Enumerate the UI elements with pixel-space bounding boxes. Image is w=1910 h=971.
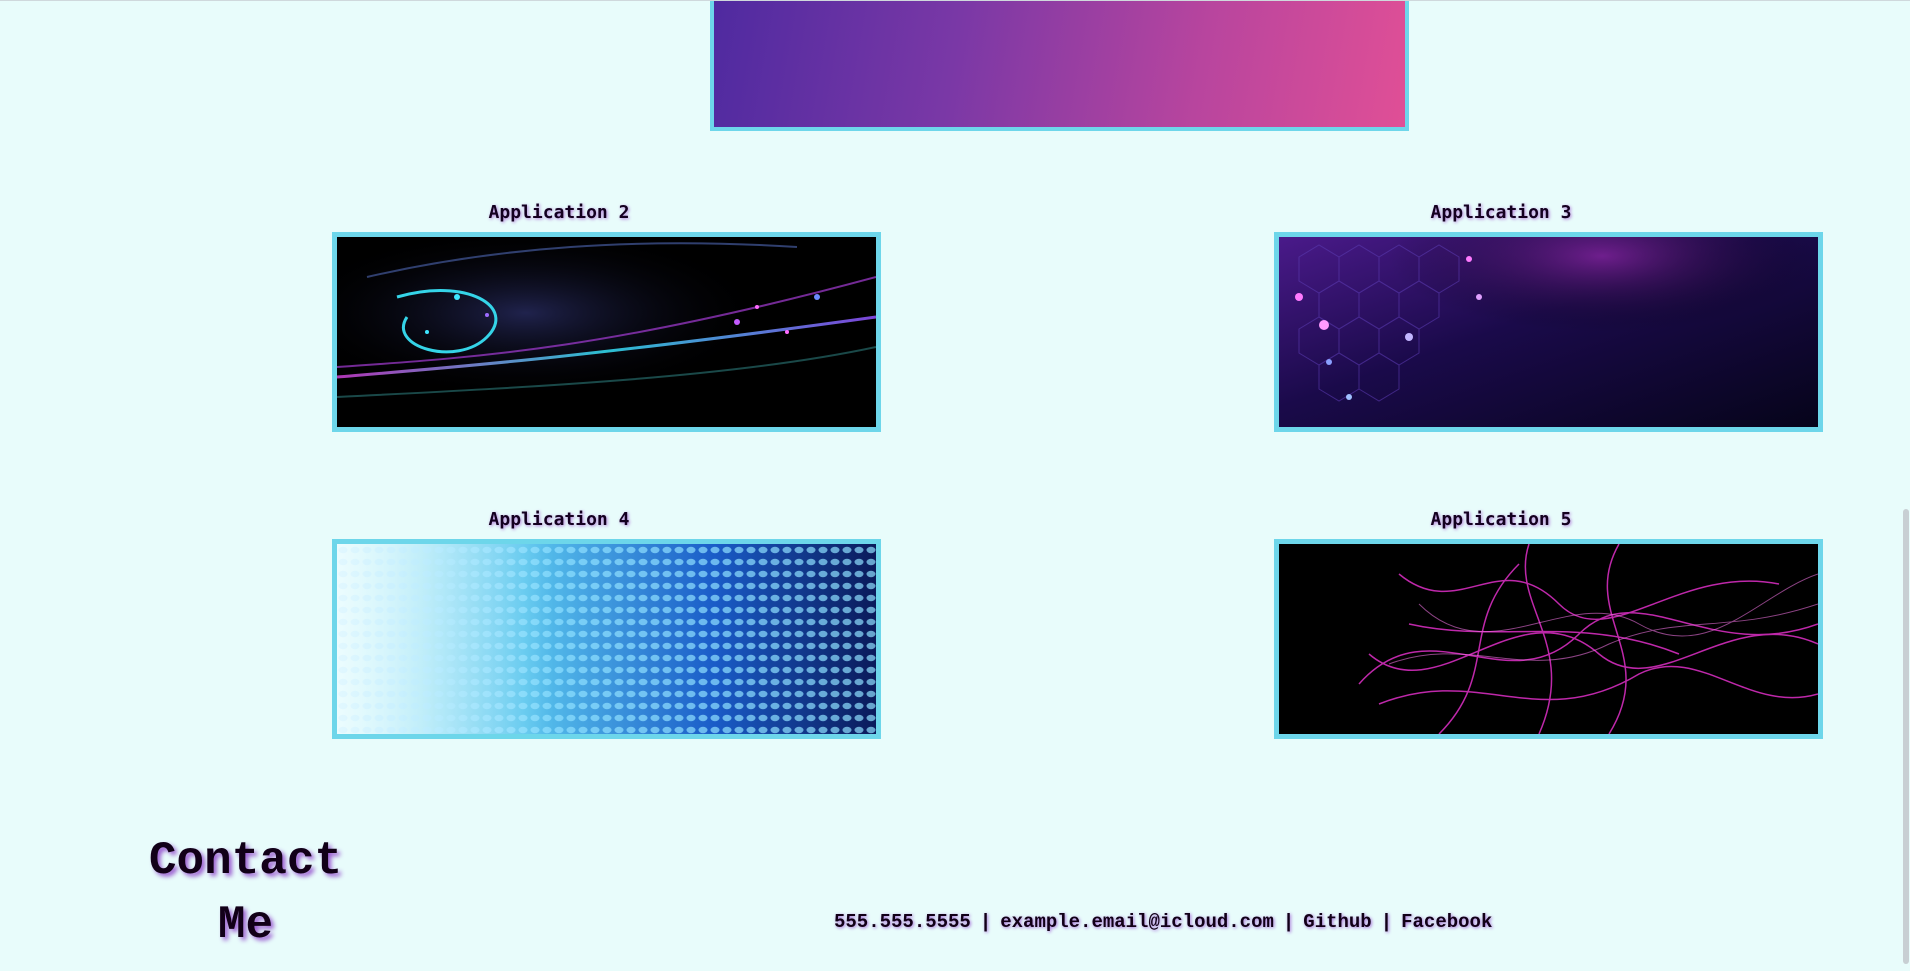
contact-heading-line1: Contact	[148, 835, 343, 887]
vertical-scrollbar[interactable]	[1902, 1, 1910, 971]
app-card-2[interactable]: Application 2	[332, 202, 881, 432]
app-title: Application 5	[1430, 509, 1572, 530]
app-thumbnail-mesh[interactable]	[332, 539, 881, 739]
app-title: Application 2	[488, 202, 630, 223]
app-card-3[interactable]: Application 3	[1274, 202, 1823, 432]
github-link[interactable]: Github	[1303, 911, 1371, 933]
app-thumbnail-hexagon[interactable]	[1274, 232, 1823, 432]
app-title: Application 3	[1430, 202, 1572, 223]
separator: |	[979, 911, 992, 933]
contact-heading-line2: Me	[217, 899, 274, 951]
app-title: Application 4	[488, 509, 630, 530]
hero-banner-image	[710, 1, 1409, 131]
contact-links: 555.555.5555 | example.email@icloud.com | Gi…	[834, 911, 1492, 933]
app-card-5[interactable]: Application 5	[1274, 509, 1823, 739]
app-thumbnail-fractal[interactable]	[1274, 539, 1823, 739]
scrollbar-thumb[interactable]	[1903, 509, 1909, 964]
app-thumbnail-swirl[interactable]	[332, 232, 881, 432]
portfolio-page: Application 2 Application 3 Application …	[0, 0, 1910, 971]
facebook-link[interactable]: Facebook	[1401, 911, 1492, 933]
separator: |	[1282, 911, 1295, 933]
app-card-4[interactable]: Application 4	[332, 509, 881, 739]
contact-heading: Contact Me	[138, 829, 353, 957]
separator: |	[1380, 911, 1393, 933]
email-link[interactable]: example.email@icloud.com	[1000, 911, 1274, 933]
phone-number: 555.555.5555	[834, 911, 971, 933]
